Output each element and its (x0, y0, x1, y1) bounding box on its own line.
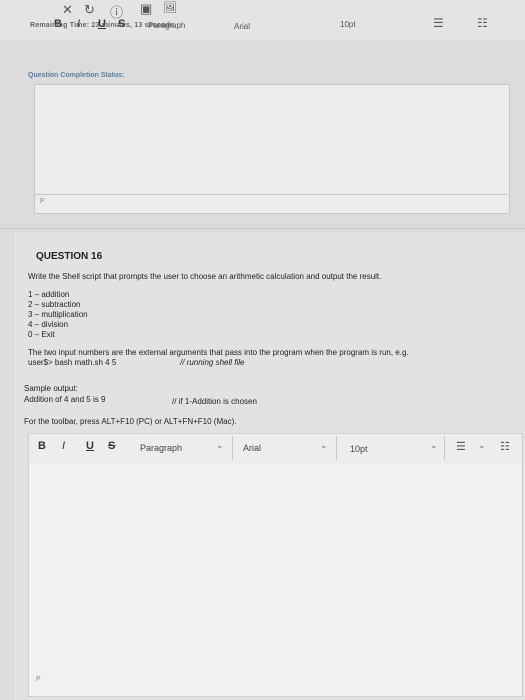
toolbar-hint: For the toolbar, press ALT+F10 (PC) or A… (24, 417, 237, 426)
editor-footer-15 (34, 194, 508, 213)
chevron-down-icon[interactable]: ⌄ (430, 440, 438, 451)
bullet-list-icon[interactable]: ☰ (456, 440, 466, 453)
sample-output-line: Addition of 4 and 5 is 9 (24, 395, 106, 404)
strikethrough-button[interactable]: S (108, 440, 115, 452)
size-select-top[interactable]: 10pt (340, 20, 356, 29)
editor-toolbar (28, 433, 523, 465)
redo-icon[interactable]: ↻ (84, 2, 95, 18)
option-exit: 0 – Exit (28, 330, 55, 339)
example-command-comment: // running shell file (180, 358, 245, 367)
arguments-description: The two input numbers are the external a… (28, 348, 409, 357)
completion-status-label: Question Completion Status: (28, 72, 125, 79)
italic-button[interactable]: I (62, 440, 65, 452)
list-icon-top[interactable]: ☰ (433, 16, 444, 30)
option-multiplication: 3 – multiplication (28, 310, 88, 319)
font-select[interactable]: Arial (243, 443, 261, 453)
remaining-time: Remaining Time: 23 minutes, 13 seconds. (30, 22, 177, 29)
paragraph-select[interactable]: Paragraph (140, 443, 182, 453)
font-size-select[interactable]: 10pt (350, 444, 368, 454)
sample-output-label: Sample output: (24, 384, 78, 393)
option-division: 4 – division (28, 320, 69, 329)
numbered-list-icon[interactable]: ☷ (500, 440, 510, 453)
chevron-down-icon[interactable]: ⌄ (320, 440, 328, 451)
option-addition: 1 – addition (28, 290, 70, 299)
toolbar-divider (444, 436, 445, 460)
toolbar-divider (232, 436, 233, 460)
underline-button[interactable]: U (86, 440, 94, 452)
chevron-down-icon[interactable]: ⌄ (216, 440, 224, 451)
toolbar-divider (336, 436, 337, 460)
bold-button[interactable]: B (38, 440, 46, 452)
option-subtraction: 2 – subtraction (28, 300, 81, 309)
numbered-list-icon-top[interactable]: ☷ (477, 16, 488, 30)
example-command: user$> bash math.sh 4 5 (28, 358, 117, 367)
element-path-15: P (40, 198, 45, 205)
close-icon[interactable]: ✕ (62, 2, 73, 18)
sample-output-comment: // if 1-Addition is chosen (172, 397, 257, 406)
chevron-down-icon[interactable]: ⌄ (478, 440, 486, 451)
question-divider (0, 228, 525, 229)
answer-editor-16[interactable] (28, 464, 523, 697)
question-prompt: Write the Shell script that prompts the … (28, 272, 382, 281)
question-title: QUESTION 16 (36, 251, 103, 262)
element-path-16: P (36, 676, 41, 683)
image-icon[interactable]: 🖼 (163, 1, 177, 14)
font-select-top[interactable]: Arial (234, 22, 250, 31)
document-icon[interactable]: ▣ (140, 1, 152, 17)
top-toolbar: ✕ ↻ ⓘ ▣ 🖼 B I U S Paragraph Arial 10pt ☰… (0, 0, 525, 40)
